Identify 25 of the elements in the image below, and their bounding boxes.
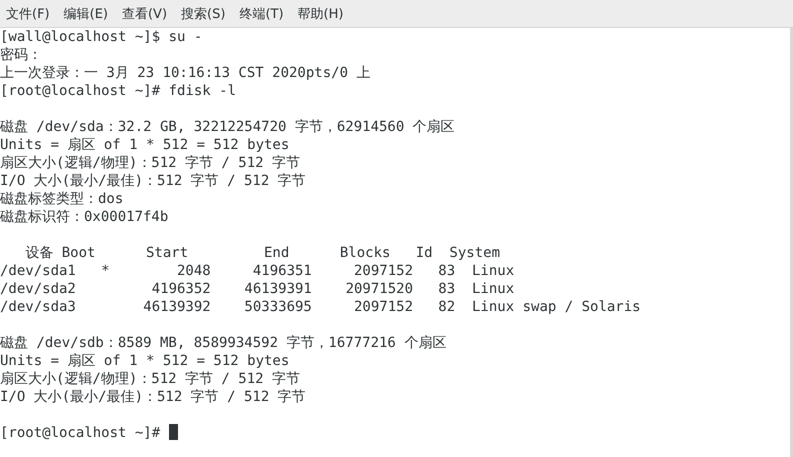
terminal-line: Units = 扇区 of 1 * 512 = 512 bytes [0,353,290,369]
menu-item[interactable]: 终端(T) [239,2,284,24]
terminal-line: 上一次登录：一 3月 23 10:16:13 CST 2020pts/0 上 [0,65,370,81]
terminal-line: I/O 大小(最小/最佳)：512 字节 / 512 字节 [0,389,306,405]
terminal-line: I/O 大小(最小/最佳)：512 字节 / 512 字节 [0,173,306,189]
terminal-line: Units = 扇区 of 1 * 512 = 512 bytes [0,137,290,153]
terminal-line: [wall@localhost ~]$ su - [0,29,202,45]
terminal-line: 磁盘 /dev/sda：32.2 GB, 32212254720 字节，62914560 个扇区 [0,119,455,135]
terminal-line: /dev/sda1 * 2048 4196351 2097152 83 Linux [0,263,514,279]
terminal-line: 磁盘标识符：0x00017f4b [0,209,168,225]
terminal-line: 扇区大小(逻辑/物理)：512 字节 / 512 字节 [0,371,300,387]
menu-item[interactable]: 搜索(S) [181,2,226,24]
terminal-line: [root@localhost ~]# fdisk -l [0,83,236,99]
menu-item[interactable]: 文件(F) [6,2,50,24]
terminal-line: 设备 Boot Start End Blocks Id System [24,245,500,261]
terminal-line: 磁盘 /dev/sdb：8589 MB, 8589934592 字节，16777216 个扇区 [0,335,446,351]
terminal-line: /dev/sda3 46139392 50333695 2097152 82 Linux swap / Solaris [0,299,641,315]
menu-item[interactable]: 查看(V) [122,2,168,24]
menu-item[interactable]: 编辑(E) [64,2,108,24]
terminal-line: 密码： [0,47,42,63]
menu-item[interactable]: 帮助(H) [298,2,344,24]
terminal-line: 磁盘标签类型：dos [0,191,124,207]
terminal-line: /dev/sda2 4196352 46139391 20971520 83 Linux [0,281,514,297]
terminal-line: [root@localhost ~]# [0,425,162,441]
terminal-line: 扇区大小(逻辑/物理)：512 字节 / 512 字节 [0,155,300,171]
